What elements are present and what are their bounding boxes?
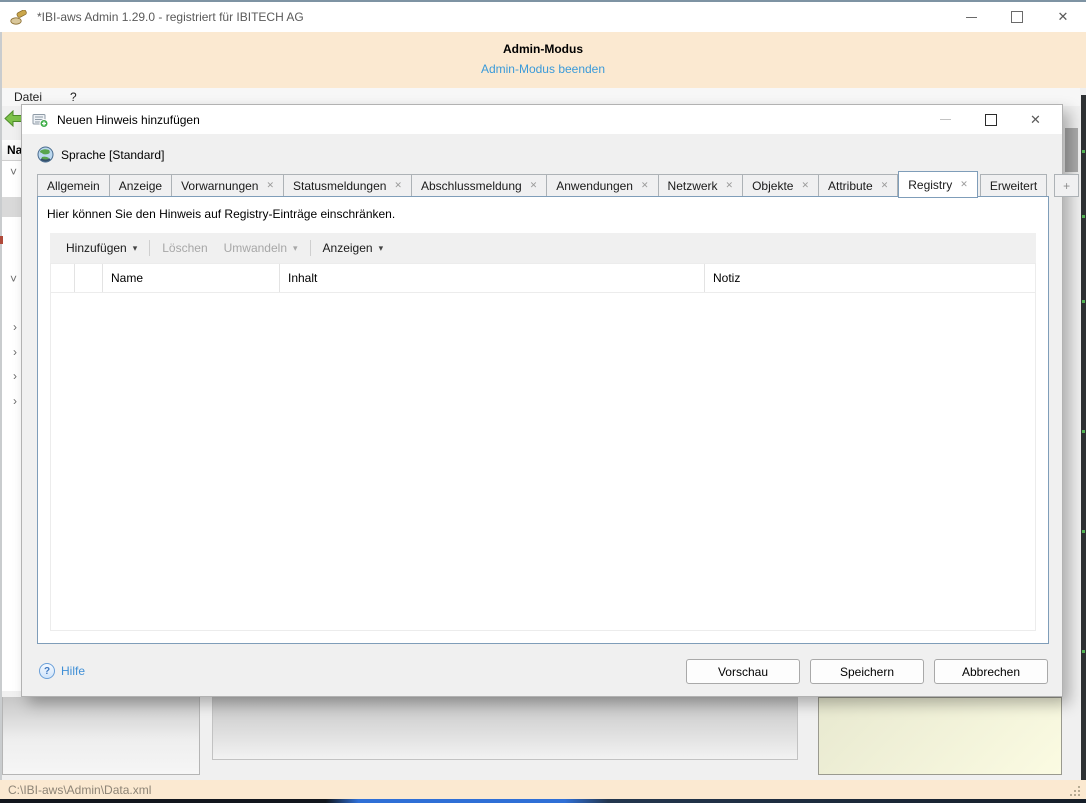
tab-erweitert[interactable]: Erweitert	[980, 174, 1047, 197]
editor-scroll-mark	[1082, 215, 1085, 218]
column-header-name[interactable]: Name	[103, 264, 280, 292]
screen: *IBI-aws Admin 1.29.0 - registriert für …	[0, 0, 1086, 803]
speichern-button[interactable]: Speichern	[810, 659, 924, 684]
editor-scroll-mark	[1082, 430, 1085, 433]
tree-panel-bottom	[2, 697, 200, 775]
tab-objekte[interactable]: Objekte ✕	[743, 174, 819, 197]
menu-datei[interactable]: Datei	[14, 90, 42, 104]
detail-panel-bottom	[212, 697, 798, 760]
vorschau-button[interactable]: Vorschau	[686, 659, 800, 684]
dialog-title: Neuen Hinweis hinzufügen	[57, 113, 200, 127]
close-tab-icon[interactable]: ✕	[960, 179, 968, 190]
registry-tab-panel: Hier können Sie den Hinweis auf Registry…	[37, 196, 1049, 644]
close-tab-icon[interactable]: ✕	[726, 180, 734, 191]
close-tab-icon[interactable]: ✕	[801, 180, 809, 191]
tree-panel	[2, 161, 21, 691]
close-tab-icon[interactable]: ✕	[394, 180, 402, 191]
menu-help[interactable]: ?	[70, 90, 77, 104]
header-spacer	[75, 264, 103, 292]
resize-grip-icon[interactable]	[1068, 786, 1080, 796]
dialog-titlebar: Neuen Hinweis hinzufügen ✕	[22, 105, 1062, 134]
admin-mode-exit-link[interactable]: Admin-Modus beenden	[481, 62, 605, 76]
chevron-right-icon[interactable]: ›	[13, 320, 17, 334]
dialog-close-button[interactable]: ✕	[1013, 105, 1058, 134]
add-tab-button[interactable]: +	[1054, 174, 1079, 197]
toolbar-separator	[310, 240, 311, 256]
maximize-button[interactable]	[994, 2, 1040, 32]
language-selector[interactable]: Sprache [Standard]	[37, 146, 164, 163]
window-title: *IBI-aws Admin 1.29.0 - registriert für …	[37, 10, 304, 24]
editor-scroll-mark	[1082, 650, 1085, 653]
help-link[interactable]: ? Hilfe	[39, 663, 85, 679]
header-spacer	[51, 264, 75, 292]
tree-selected-row[interactable]	[2, 197, 21, 217]
dialog-footer: ? Hilfe Vorschau Speichern Abbrechen	[22, 644, 1062, 696]
tab-statusmeldungen[interactable]: Statusmeldungen ✕	[284, 174, 412, 197]
toolbar-separator	[149, 240, 150, 256]
tab-vorwarnungen[interactable]: Vorwarnungen ✕	[172, 174, 284, 197]
dropdown-icon: ▾	[133, 243, 138, 254]
close-button[interactable]: ✕	[1040, 2, 1086, 32]
loeschen-button: Löschen	[154, 236, 215, 260]
chevron-down-icon[interactable]: ˅	[10, 272, 17, 286]
chevron-right-icon[interactable]: ›	[13, 345, 17, 359]
globe-icon	[37, 146, 54, 163]
anzeigen-button[interactable]: Anzeigen ▾	[315, 236, 392, 260]
close-tab-icon[interactable]: ✕	[881, 180, 889, 191]
statusbar: C:\IBI-aws\Admin\Data.xml	[0, 780, 1086, 799]
tab-anzeige[interactable]: Anzeige	[110, 174, 172, 197]
column-header-notiz[interactable]: Notiz	[705, 264, 1035, 292]
statusbar-file-path: C:\IBI-aws\Admin\Data.xml	[8, 783, 151, 797]
dialog-neuen-hinweis: Neuen Hinweis hinzufügen ✕ Sprache [Stan…	[21, 104, 1063, 697]
editor-scroll-mark	[1082, 530, 1085, 533]
tab-registry[interactable]: Registry ✕	[898, 171, 978, 198]
editor-scroll-mark	[1082, 150, 1085, 153]
tab-abschlussmeldung[interactable]: Abschlussmeldung ✕	[412, 174, 547, 197]
chevron-down-icon[interactable]: ˅	[10, 165, 17, 179]
app-icon	[10, 10, 28, 25]
tab-allgemein[interactable]: Allgemein	[37, 174, 110, 197]
abbrechen-button[interactable]: Abbrechen	[934, 659, 1048, 684]
tab-attribute[interactable]: Attribute ✕	[819, 174, 898, 197]
tab-anwendungen[interactable]: Anwendungen ✕	[547, 174, 658, 197]
tabstrip: Allgemein Anzeige Vorwarnungen ✕ Statusm…	[37, 171, 1049, 197]
dropdown-icon: ▾	[379, 243, 384, 254]
background-app-edge	[1081, 95, 1086, 799]
close-tab-icon[interactable]: ✕	[266, 180, 274, 191]
close-tab-icon[interactable]: ✕	[530, 180, 538, 191]
minimize-button[interactable]	[948, 2, 994, 32]
column-header-inhalt[interactable]: Inhalt	[280, 264, 705, 292]
registry-info-text: Hier können Sie den Hinweis auf Registry…	[47, 207, 395, 221]
admin-mode-title: Admin-Modus	[0, 42, 1086, 56]
notes-panel	[818, 697, 1062, 775]
chevron-right-icon[interactable]: ›	[13, 369, 17, 383]
main-scrollbar-thumb[interactable]	[1065, 128, 1078, 172]
add-note-icon	[32, 112, 49, 128]
main-scrollbar-track[interactable]	[1063, 106, 1080, 775]
admin-mode-banner: Admin-Modus Admin-Modus beenden	[0, 32, 1086, 88]
app-titlebar: *IBI-aws Admin 1.29.0 - registriert für …	[0, 2, 1086, 32]
language-label: Sprache [Standard]	[61, 148, 164, 162]
umwandeln-button: Umwandeln ▾	[216, 236, 306, 260]
editor-scroll-mark	[1082, 300, 1085, 303]
registry-table-header: Name Inhalt Notiz	[51, 264, 1035, 293]
registry-toolbar: Hinzufügen ▾ Löschen Umwandeln ▾ Anzeige…	[50, 233, 1036, 263]
taskbar-sliver	[0, 799, 1086, 803]
close-tab-icon[interactable]: ✕	[641, 180, 649, 191]
hinzufuegen-button[interactable]: Hinzufügen ▾	[58, 236, 145, 260]
tab-netzwerk[interactable]: Netzwerk ✕	[659, 174, 744, 197]
dialog-maximize-button[interactable]	[968, 105, 1013, 134]
registry-table: Name Inhalt Notiz	[50, 263, 1036, 631]
tree-item-icon	[0, 236, 3, 244]
dialog-minimize-button[interactable]	[923, 105, 968, 134]
help-icon: ?	[39, 663, 55, 679]
chevron-right-icon[interactable]: ›	[13, 394, 17, 408]
dropdown-icon: ▾	[293, 243, 298, 254]
